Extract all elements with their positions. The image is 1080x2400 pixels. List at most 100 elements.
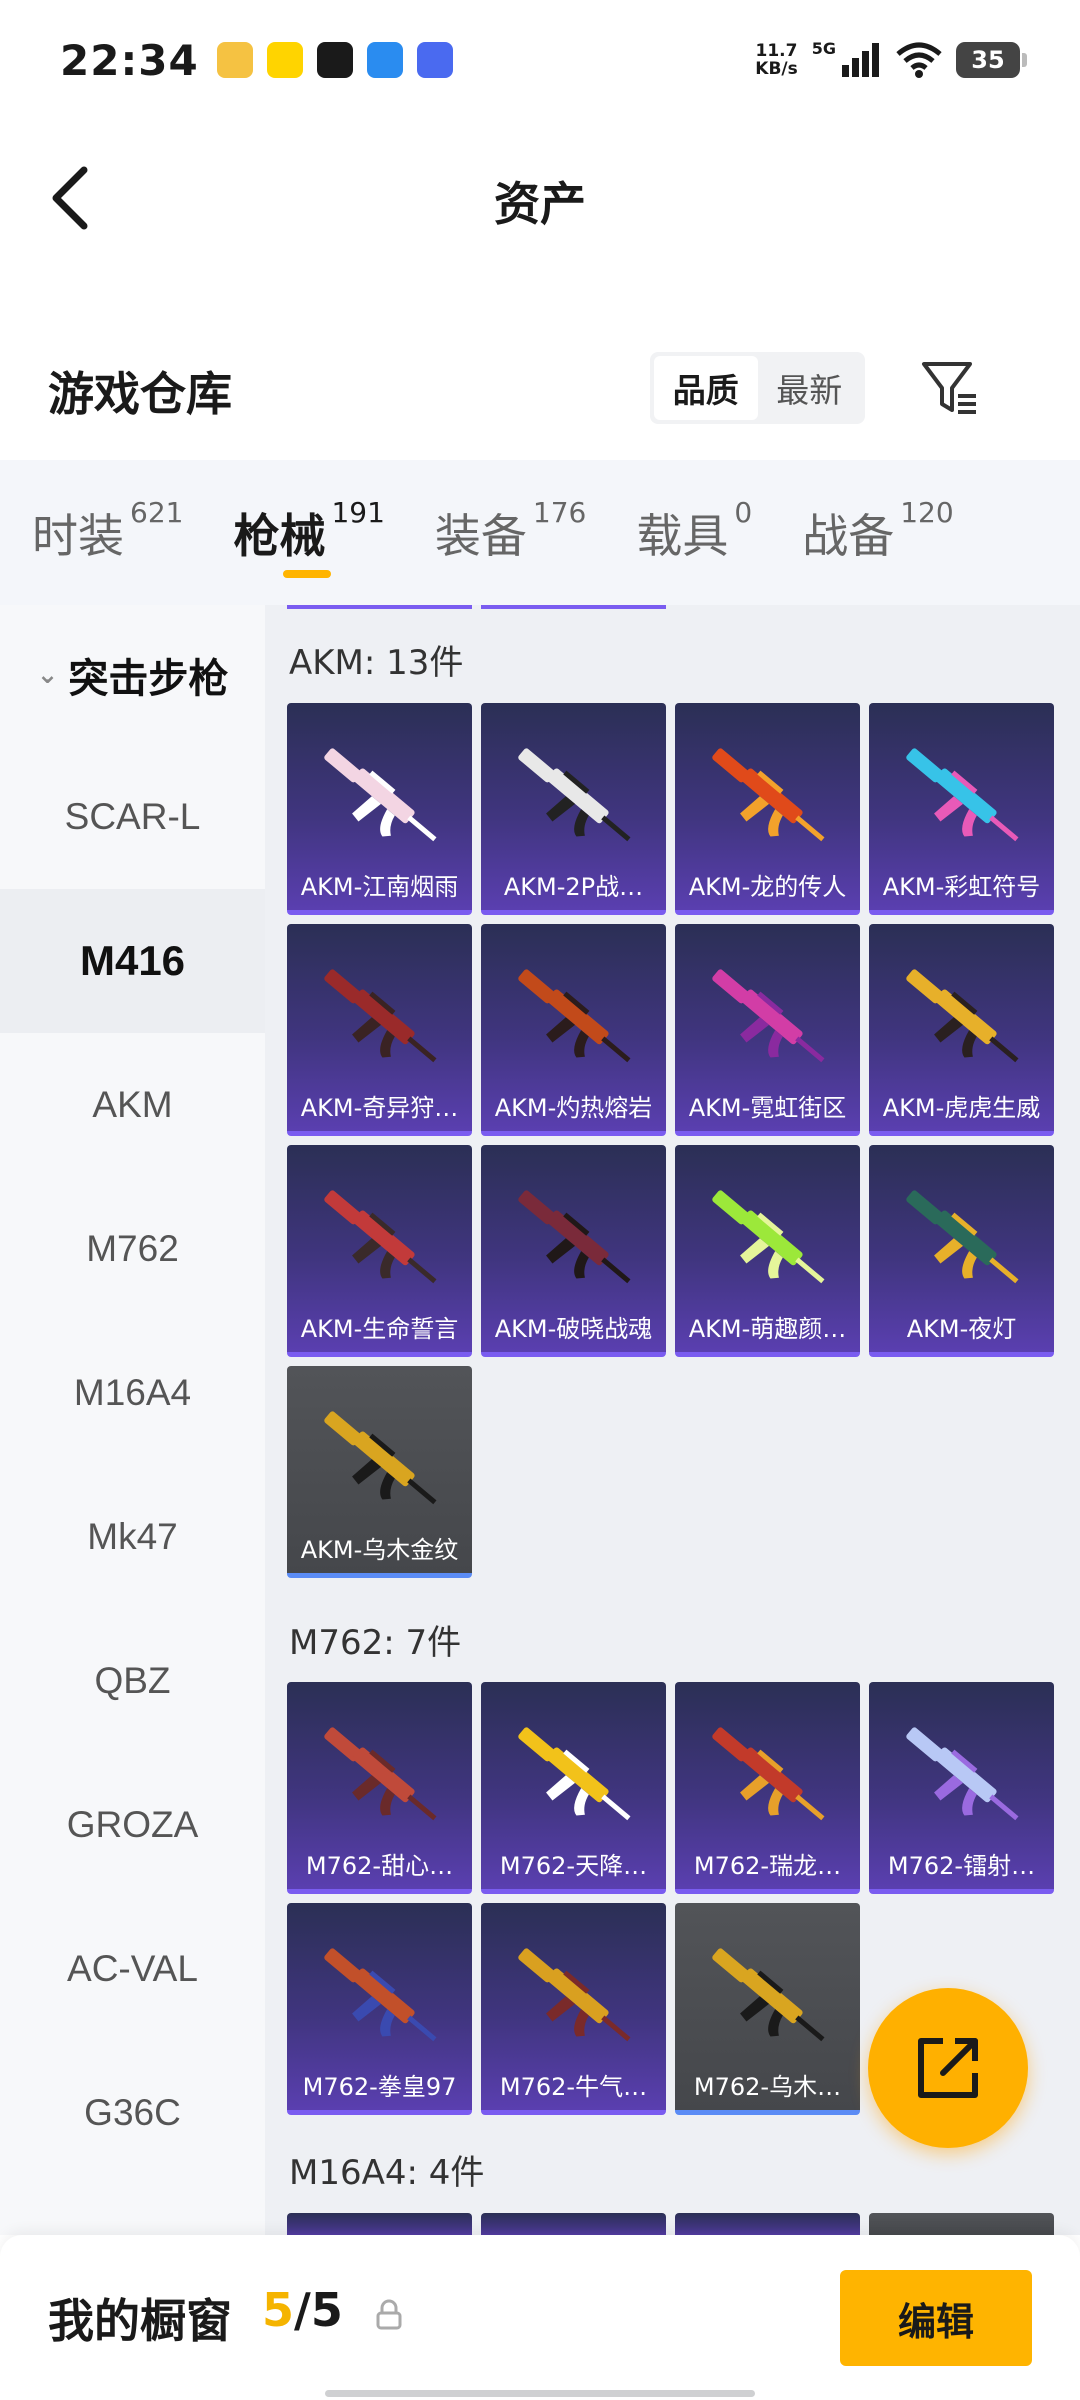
warehouse-row: 游戏仓库 品质 最新	[0, 330, 1080, 450]
sidebar-item-akm[interactable]: AKM	[0, 1033, 265, 1177]
section-title-m762: M762: 7件	[289, 1623, 462, 1663]
signal-icon	[842, 43, 879, 77]
skin-card[interactable]	[675, 2213, 860, 2235]
section-title-akm: AKM: 13件	[289, 643, 464, 683]
share-button[interactable]	[868, 1988, 1028, 2148]
rifle-icon	[518, 1948, 631, 2042]
edit-button[interactable]: 编辑	[840, 2270, 1032, 2366]
sidebar-item-m416[interactable]: M416	[0, 889, 265, 1033]
tab-vehicles[interactable]: 载具 0	[636, 496, 752, 566]
rifle-icon	[324, 969, 437, 1063]
skin-card[interactable]: AKM-江南烟雨	[287, 703, 472, 915]
signal-type-label: 5G	[811, 38, 836, 58]
sidebar-item-mk47[interactable]: Mk47	[0, 1465, 265, 1609]
page-title: 资产	[494, 177, 586, 231]
weapon-sidebar: ⌄ 突击步枪 SCAR-L M416 AKM M762 M16A4 Mk47 Q…	[0, 605, 265, 2235]
skin-card[interactable]: AKM-彩虹符号	[869, 703, 1054, 915]
skin-card-name: AKM-霓虹街区	[688, 1094, 847, 1122]
sidebar-item-qbz[interactable]: QBZ	[0, 1609, 265, 1753]
wifi-icon	[896, 42, 942, 78]
rifle-icon	[712, 1948, 825, 2042]
tab-combat-gear[interactable]: 战备 120	[802, 496, 953, 566]
skin-card[interactable]: AKM-2P战…	[481, 703, 666, 915]
skin-card[interactable]: M762-镭射…	[869, 1682, 1054, 1894]
sidebar-group-assault-rifles[interactable]: ⌄ 突击步枪	[0, 605, 265, 745]
rifle-icon	[324, 1727, 437, 1821]
rifle-icon	[712, 748, 825, 842]
rifle-icon	[712, 1727, 825, 1821]
rifle-icon	[712, 969, 825, 1063]
rifle-icon	[906, 1727, 1019, 1821]
skin-card[interactable]: AKM-龙的传人	[675, 703, 860, 915]
skin-card-name: AKM-龙的传人	[688, 873, 847, 901]
skin-card-name: M762-乌木…	[693, 2073, 842, 2101]
skin-card[interactable]	[287, 2213, 472, 2235]
filter-button[interactable]	[915, 352, 985, 424]
sidebar-item-scar-l[interactable]: SCAR-L	[0, 745, 265, 889]
rifle-icon	[518, 1727, 631, 1821]
skin-card-name: AKM-2P战…	[503, 873, 644, 901]
status-bar: 22:34 11.7 KB/s 5G 35	[0, 0, 1080, 120]
skin-card[interactable]: AKM-虎虎生威	[869, 924, 1054, 1136]
skin-card[interactable]: M762-天降…	[481, 1682, 666, 1894]
sidebar-item-m16a4[interactable]: M16A4	[0, 1321, 265, 1465]
filter-icon	[922, 362, 976, 414]
skin-card[interactable]: M762-拳皇97	[287, 1903, 472, 2115]
warehouse-title: 游戏仓库	[48, 367, 232, 421]
skin-card[interactable]: M762-牛气…	[481, 1903, 666, 2115]
sidebar-item-groza[interactable]: GROZA	[0, 1753, 265, 1897]
sort-option-latest[interactable]: 最新	[758, 356, 862, 420]
rifle-icon	[906, 969, 1019, 1063]
skin-card[interactable]: AKM-灼热熔岩	[481, 924, 666, 1136]
skin-card-name: AKM-乌木金纹	[300, 1536, 459, 1564]
skin-card[interactable]	[869, 2213, 1054, 2235]
skin-card-name: M762-天降…	[499, 1852, 648, 1880]
skin-card-name: AKM-江南烟雨	[300, 873, 459, 901]
skin-card[interactable]: AKM-生命誓言	[287, 1145, 472, 1357]
skin-card[interactable]: M762-乌木…	[675, 1903, 860, 2115]
skin-card[interactable]: AKM-萌趣颜…	[675, 1145, 860, 1357]
skin-card-name: AKM-虎虎生威	[882, 1094, 1041, 1122]
tab-fashion[interactable]: 时装 621	[32, 496, 183, 566]
rifle-icon	[324, 1948, 437, 2042]
skin-card[interactable]: AKM-乌木金纹	[287, 1366, 472, 1578]
app-notification-icon	[266, 42, 303, 78]
sort-option-quality[interactable]: 品质	[654, 356, 758, 420]
tab-equipment[interactable]: 装备 176	[435, 496, 586, 566]
share-external-icon	[918, 2038, 978, 2098]
sidebar-item-m762[interactable]: M762	[0, 1177, 265, 1321]
showcase-count: 5/5	[262, 2283, 343, 2337]
skin-card[interactable]	[481, 2213, 666, 2235]
network-speed: 11.7 KB/s	[755, 41, 798, 79]
skin-card-name: M762-镭射…	[887, 1852, 1036, 1880]
app-notification-icon	[316, 42, 353, 78]
rifle-icon	[518, 748, 631, 842]
previous-row-edge	[481, 605, 666, 609]
skin-card-name: AKM-夜灯	[906, 1315, 1017, 1343]
skin-card[interactable]: M762-瑞龙…	[675, 1682, 860, 1894]
skin-card[interactable]: AKM-破晓战魂	[481, 1145, 666, 1357]
rifle-icon	[712, 1190, 825, 1284]
battery-icon: 35	[956, 42, 1027, 78]
skin-card-name: AKM-奇异狩…	[300, 1094, 459, 1122]
tab-firearms[interactable]: 枪械 191	[233, 496, 385, 578]
skin-card[interactable]: AKM-夜灯	[869, 1145, 1054, 1357]
category-tabs: 时装 621 枪械 191 装备 176 载具 0 战备 120	[0, 460, 1080, 605]
sidebar-item-g36c[interactable]: G36C	[0, 2041, 265, 2185]
rifle-icon	[518, 1190, 631, 1284]
lock-icon	[376, 2299, 402, 2330]
skin-card-name: M762-拳皇97	[302, 2073, 457, 2101]
skin-card-name: AKM-生命誓言	[300, 1315, 459, 1343]
skin-card[interactable]: AKM-奇异狩…	[287, 924, 472, 1136]
status-time: 22:34	[60, 35, 199, 85]
skin-card[interactable]: AKM-霓虹街区	[675, 924, 860, 1136]
sidebar-item-ac-val[interactable]: AC-VAL	[0, 1897, 265, 2041]
rifle-icon	[324, 748, 437, 842]
section-title-m16a4: M16A4: 4件	[289, 2153, 485, 2193]
previous-row-edge	[287, 605, 472, 609]
app-notification-icon	[216, 42, 253, 78]
skin-card-name: AKM-破晓战魂	[494, 1315, 653, 1343]
notification-icons	[216, 42, 453, 78]
skin-card[interactable]: M762-甜心…	[287, 1682, 472, 1894]
home-indicator[interactable]	[325, 2390, 755, 2397]
